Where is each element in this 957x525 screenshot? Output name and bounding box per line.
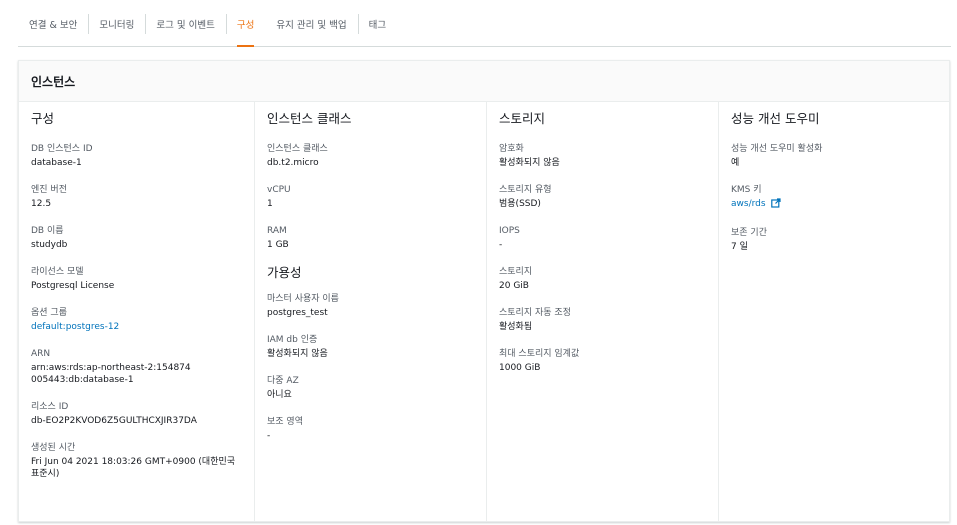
field-label: 라이선스 모델: [31, 267, 84, 277]
field-label: IAM db 인증: [267, 335, 318, 345]
storage-title: 스토리지: [499, 111, 546, 126]
performance-insights-title: 성능 개선 도우미: [731, 111, 820, 126]
performance-insights-column: 성능 개선 도우미 성능 개선 도우미 활성화 예 KMS 키 aws/rds: [718, 102, 949, 521]
field-value: 활성화되지 않음: [499, 158, 560, 168]
performance-insights-enabled-field: 성능 개선 도우미 활성화 예: [731, 143, 937, 169]
field-value: 7 일: [731, 242, 748, 252]
configuration-title: 구성: [31, 111, 55, 126]
field-label: 리소스 ID: [31, 402, 69, 412]
multi-az-field: 다중 AZ 아니요: [267, 375, 474, 401]
instance-panel: 인스턴스 구성 DB 인스턴스 ID database-1 엔진 버전 12.5…: [18, 60, 950, 522]
tab-configuration[interactable]: 구성: [225, 10, 265, 47]
storage-size-field: 스토리지 20 GiB: [499, 266, 706, 292]
master-username-field: 마스터 사용자 이름 postgres_test: [267, 293, 474, 319]
external-link-icon[interactable]: [771, 198, 782, 212]
field-value: arn:aws:rds:ap-northeast-2:154874005443:…: [31, 363, 191, 385]
field-label: 엔진 버전: [31, 185, 67, 195]
field-value: db-EO2P2KVOD6Z5GULTHCXJIR37DA: [31, 416, 197, 426]
field-label: vCPU: [267, 185, 291, 195]
tab-monitoring[interactable]: 모니터링: [88, 10, 145, 38]
field-value: -: [267, 431, 271, 441]
tab-bar: 연결 & 보안 모니터링 로그 및 이벤트 구성 유지 관리 및 백업 태그: [18, 10, 951, 47]
field-label: 다중 AZ: [267, 376, 299, 386]
iam-db-auth-field: IAM db 인증 활성화되지 않음: [267, 334, 474, 360]
field-label: DB 이름: [31, 226, 64, 236]
field-label: IOPS: [499, 226, 520, 236]
instance-class-field: 인스턴스 클래스 db.t2.micro: [267, 143, 474, 169]
field-value: 범용(SSD): [499, 199, 541, 209]
field-label: RAM: [267, 226, 287, 236]
field-value: database-1: [31, 158, 82, 168]
db-name-field: DB 이름 studydb: [31, 225, 242, 251]
instance-class-column: 인스턴스 클래스 인스턴스 클래스 db.t2.micro vCPU 1 RAM…: [254, 102, 486, 521]
field-value: studydb: [31, 240, 68, 250]
field-label: 최대 스토리지 임계값: [499, 349, 580, 359]
field-label: 스토리지 자동 조정: [499, 308, 571, 318]
iops-field: IOPS -: [499, 225, 706, 251]
vcpu-field: vCPU 1: [267, 184, 474, 210]
db-instance-id-field: DB 인스턴스 ID database-1: [31, 143, 242, 169]
availability-title: 가용성: [267, 265, 302, 280]
field-label: 생성된 시간: [31, 443, 76, 453]
encryption-field: 암호화 활성화되지 않음: [499, 143, 706, 169]
storage-autoscaling-field: 스토리지 자동 조정 활성화됨: [499, 307, 706, 333]
field-value: 아니요: [267, 390, 292, 400]
field-label: 옵션 그룹: [31, 308, 67, 318]
storage-column: 스토리지 암호화 활성화되지 않음 스토리지 유형 범용(SSD) IOPS -…: [486, 102, 718, 521]
field-label: 마스터 사용자 이름: [267, 294, 339, 304]
field-value: 예: [731, 158, 740, 168]
field-value: Postgresql License: [31, 281, 115, 291]
field-value: Fri Jun 04 2021 18:03:26 GMT+0900 (대한민국 …: [31, 457, 236, 479]
field-value: db.t2.micro: [267, 158, 319, 168]
option-group-field: 옵션 그룹 default:postgres-12: [31, 307, 242, 333]
panel-title: 인스턴스: [19, 61, 949, 102]
field-value: postgres_test: [267, 308, 328, 318]
tab-logs-events[interactable]: 로그 및 이벤트: [145, 10, 225, 38]
field-value: 활성화되지 않음: [267, 349, 328, 359]
field-value: -: [499, 240, 503, 250]
storage-type-field: 스토리지 유형 범용(SSD): [499, 184, 706, 210]
field-value: 활성화됨: [499, 322, 533, 332]
field-value: 12.5: [31, 199, 52, 209]
tab-maintenance-backups[interactable]: 유지 관리 및 백업: [265, 10, 357, 38]
field-value: 1: [267, 199, 273, 209]
field-label: 보존 기간: [731, 228, 767, 238]
license-model-field: 라이선스 모델 Postgresql License: [31, 266, 242, 292]
tab-connectivity-security[interactable]: 연결 & 보안: [18, 10, 88, 38]
field-value: 1000 GiB: [499, 363, 541, 373]
field-value: 1 GB: [267, 240, 289, 250]
details-columns: 구성 DB 인스턴스 ID database-1 엔진 버전 12.5 DB 이…: [19, 102, 949, 521]
field-value: 20 GiB: [499, 281, 529, 291]
kms-key-link[interactable]: aws/rds: [731, 199, 766, 209]
instance-class-title: 인스턴스 클래스: [267, 111, 352, 126]
secondary-zone-field: 보조 영역 -: [267, 416, 474, 442]
resource-id-field: 리소스 ID db-EO2P2KVOD6Z5GULTHCXJIR37DA: [31, 401, 242, 427]
retention-period-field: 보존 기간 7 일: [731, 227, 937, 253]
tab-tags[interactable]: 태그: [357, 10, 397, 38]
ram-field: RAM 1 GB: [267, 225, 474, 251]
field-label: DB 인스턴스 ID: [31, 144, 93, 154]
configuration-column: 구성 DB 인스턴스 ID database-1 엔진 버전 12.5 DB 이…: [19, 102, 254, 521]
field-label: 스토리지 유형: [499, 185, 552, 195]
kms-key-field: KMS 키 aws/rds: [731, 184, 937, 212]
field-label: 인스턴스 클래스: [267, 144, 328, 154]
field-label: ARN: [31, 349, 51, 359]
field-label: 암호화: [499, 144, 524, 154]
max-storage-threshold-field: 최대 스토리지 임계값 1000 GiB: [499, 348, 706, 374]
arn-field: ARN arn:aws:rds:ap-northeast-2:154874005…: [31, 348, 242, 386]
engine-version-field: 엔진 버전 12.5: [31, 184, 242, 210]
field-label: 성능 개선 도우미 활성화: [731, 144, 823, 154]
field-label: KMS 키: [731, 185, 762, 195]
option-group-link[interactable]: default:postgres-12: [31, 322, 119, 332]
created-time-field: 생성된 시간 Fri Jun 04 2021 18:03:26 GMT+0900…: [31, 442, 242, 480]
field-label: 스토리지: [499, 267, 533, 277]
field-label: 보조 영역: [267, 417, 303, 427]
